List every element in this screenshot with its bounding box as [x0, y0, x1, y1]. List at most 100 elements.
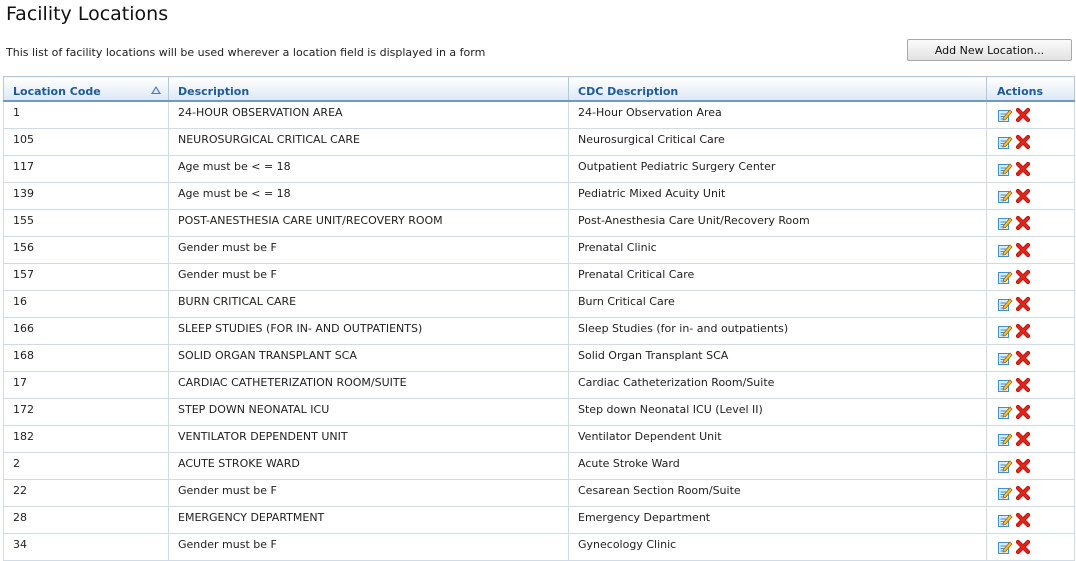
cdc-description: Prenatal Clinic: [578, 241, 657, 254]
edit-icon[interactable]: [997, 269, 1013, 285]
cell-cdc-description: Acute Stroke Ward: [568, 452, 987, 480]
cell-actions: [986, 479, 1075, 507]
location-code: 17: [13, 376, 27, 389]
cell-actions: [986, 182, 1075, 210]
edit-icon[interactable]: [997, 458, 1013, 474]
cell-location-code: 139: [3, 182, 169, 210]
location-code: 168: [13, 349, 34, 362]
table-body: 1 24-HOUR OBSERVATION AREA 24-Hour Observa…: [3, 100, 1075, 561]
location-code: 157: [13, 268, 34, 281]
delete-icon[interactable]: [1015, 512, 1031, 528]
cell-cdc-description: Prenatal Critical Care: [568, 263, 987, 291]
cdc-description: Neurosurgical Critical Care: [578, 133, 725, 146]
edit-icon[interactable]: [997, 161, 1013, 177]
edit-icon[interactable]: [997, 296, 1013, 312]
location-description: POST-ANESTHESIA CARE UNIT/RECOVERY ROOM: [178, 214, 443, 227]
table-row[interactable]: 156 Gender must be F Prenatal Clinic: [3, 236, 1075, 264]
delete-icon[interactable]: [1015, 188, 1031, 204]
edit-icon[interactable]: [997, 242, 1013, 258]
table-row[interactable]: 172 STEP DOWN NEONATAL ICU Step down Neona…: [3, 398, 1075, 426]
location-code: 139: [13, 187, 34, 200]
cdc-description: Pediatric Mixed Acuity Unit: [578, 187, 726, 200]
cdc-description: Outpatient Pediatric Surgery Center: [578, 160, 776, 173]
cdc-description: Prenatal Critical Care: [578, 268, 695, 281]
cell-location-code: 22: [3, 479, 169, 507]
location-description: EMERGENCY DEPARTMENT: [178, 511, 325, 524]
column-header-label: Location Code: [13, 85, 101, 98]
cell-description: Gender must be F: [168, 236, 569, 264]
location-description: Gender must be F: [178, 484, 277, 497]
delete-icon[interactable]: [1015, 134, 1031, 150]
location-code: 105: [13, 133, 34, 146]
add-new-location-button[interactable]: Add New Location...: [907, 39, 1072, 61]
column-header-label: Description: [178, 85, 250, 98]
column-header-description[interactable]: Description: [168, 76, 569, 102]
cdc-description: Cardiac Catheterization Room/Suite: [578, 376, 775, 389]
delete-icon[interactable]: [1015, 161, 1031, 177]
cell-cdc-description: Outpatient Pediatric Surgery Center: [568, 155, 987, 183]
delete-icon[interactable]: [1015, 269, 1031, 285]
table-row[interactable]: 168 SOLID ORGAN TRANSPLANT SCA Solid Organ…: [3, 344, 1075, 372]
cell-actions: [986, 263, 1075, 291]
delete-icon[interactable]: [1015, 431, 1031, 447]
cdc-description: Acute Stroke Ward: [578, 457, 680, 470]
edit-icon[interactable]: [997, 512, 1013, 528]
cell-cdc-description: Sleep Studies (for in- and outpatients): [568, 317, 987, 345]
cell-location-code: 168: [3, 344, 169, 372]
location-description: 24-HOUR OBSERVATION AREA: [178, 106, 343, 119]
column-header-location-code[interactable]: Location Code: [3, 76, 169, 102]
cdc-description: Gynecology Clinic: [578, 538, 677, 551]
edit-icon[interactable]: [997, 134, 1013, 150]
column-header-label: Actions: [997, 85, 1043, 98]
delete-icon[interactable]: [1015, 242, 1031, 258]
table-row[interactable]: 139 Age must be < = 18 Pediatric Mixed Acu…: [3, 182, 1075, 210]
table-row[interactable]: 157 Gender must be F Prenatal Critical Car…: [3, 263, 1075, 291]
table-row[interactable]: 22 Gender must be F Cesarean Section Room/…: [3, 479, 1075, 507]
cell-description: NEUROSURGICAL CRITICAL CARE: [168, 128, 569, 156]
location-code: 16: [13, 295, 27, 308]
edit-icon[interactable]: [997, 107, 1013, 123]
delete-icon[interactable]: [1015, 350, 1031, 366]
table-row[interactable]: 166 SLEEP STUDIES (FOR IN- AND OUTPATIENT…: [3, 317, 1075, 345]
cell-description: STEP DOWN NEONATAL ICU: [168, 398, 569, 426]
edit-icon[interactable]: [997, 431, 1013, 447]
table-row[interactable]: 16 BURN CRITICAL CARE Burn Critical Care: [3, 290, 1075, 318]
column-header-cdc-description[interactable]: CDC Description: [568, 76, 987, 102]
table-row[interactable]: 1 24-HOUR OBSERVATION AREA 24-Hour Observa…: [3, 100, 1075, 129]
table-row[interactable]: 105 NEUROSURGICAL CRITICAL CARE Neurosurgi…: [3, 128, 1075, 156]
table-row[interactable]: 34 Gender must be F Gynecology Clinic: [3, 533, 1075, 561]
delete-icon[interactable]: [1015, 377, 1031, 393]
table-row[interactable]: 17 CARDIAC CATHETERIZATION ROOM/SUITE Card…: [3, 371, 1075, 399]
cell-actions: [986, 290, 1075, 318]
edit-icon[interactable]: [997, 350, 1013, 366]
delete-icon[interactable]: [1015, 458, 1031, 474]
location-description: Gender must be F: [178, 268, 277, 281]
edit-icon[interactable]: [997, 404, 1013, 420]
cell-location-code: 166: [3, 317, 169, 345]
delete-icon[interactable]: [1015, 215, 1031, 231]
delete-icon[interactable]: [1015, 485, 1031, 501]
cell-description: Gender must be F: [168, 533, 569, 561]
delete-icon[interactable]: [1015, 296, 1031, 312]
edit-icon[interactable]: [997, 485, 1013, 501]
cell-actions: [986, 533, 1075, 561]
table-row[interactable]: 28 EMERGENCY DEPARTMENT Emergency Departme…: [3, 506, 1075, 534]
table-row[interactable]: 2 ACUTE STROKE WARD Acute Stroke Ward: [3, 452, 1075, 480]
cell-description: ACUTE STROKE WARD: [168, 452, 569, 480]
delete-icon[interactable]: [1015, 107, 1031, 123]
delete-icon[interactable]: [1015, 404, 1031, 420]
cell-location-code: 34: [3, 533, 169, 561]
cell-cdc-description: Cesarean Section Room/Suite: [568, 479, 987, 507]
cell-description: POST-ANESTHESIA CARE UNIT/RECOVERY ROOM: [168, 209, 569, 237]
cell-actions: [986, 209, 1075, 237]
cell-actions: [986, 506, 1075, 534]
table-row[interactable]: 117 Age must be < = 18 Outpatient Pediatri…: [3, 155, 1075, 183]
edit-icon[interactable]: [997, 188, 1013, 204]
delete-icon[interactable]: [1015, 323, 1031, 339]
table-row[interactable]: 182 VENTILATOR DEPENDENT UNIT Ventilator D…: [3, 425, 1075, 453]
edit-icon[interactable]: [997, 215, 1013, 231]
table-row[interactable]: 155 POST-ANESTHESIA CARE UNIT/RECOVERY RO…: [3, 209, 1075, 237]
edit-icon[interactable]: [997, 323, 1013, 339]
cell-actions: [986, 317, 1075, 345]
edit-icon[interactable]: [997, 377, 1013, 393]
